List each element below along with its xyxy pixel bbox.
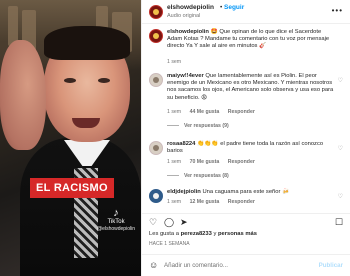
comment-username[interactable]: eldjdejpiolin — [167, 189, 201, 195]
tiktok-username: @elshowdepiolin — [97, 226, 135, 232]
separator-dot: • — [220, 4, 223, 11]
comment-text: rosaa8224 👏👏👏 el padre tiene toda la raz… — [167, 141, 335, 155]
likes-user[interactable]: pereza8233 — [181, 231, 212, 237]
comment-like-icon[interactable]: ♡ — [338, 77, 343, 84]
view-replies-button[interactable]: Ver respuestas (8) — [167, 173, 229, 179]
emoji-icon[interactable]: ☺ — [149, 260, 158, 270]
comment-icon[interactable]: ◯ — [164, 218, 174, 227]
reply-button[interactable]: Responder — [228, 109, 255, 115]
comment-like-icon[interactable]: ♡ — [338, 145, 343, 152]
comment-likes[interactable]: 44 Me gusta — [190, 109, 220, 115]
reply-button[interactable]: Responder — [228, 159, 255, 165]
comment-input[interactable] — [164, 260, 304, 271]
publish-button[interactable]: Publicar — [319, 262, 343, 269]
comment-meta: 1 sem 70 Me gusta Responder — [167, 159, 262, 165]
reply-button[interactable]: Responder — [228, 199, 255, 205]
share-icon[interactable]: ➤ — [180, 218, 188, 227]
post-header: elshowdepiolin • Seguir Audio original •… — [142, 0, 350, 24]
tiktok-brand: TikTok — [107, 219, 125, 225]
author-username[interactable]: elshowdepiolin — [167, 4, 214, 11]
follow-button[interactable]: Seguir — [224, 4, 244, 11]
comment-like-icon[interactable]: ♡ — [338, 193, 343, 200]
comment-username[interactable]: rosaa8224 — [167, 141, 195, 147]
comment-username[interactable]: maiyw!!4ever — [167, 73, 204, 79]
comment-text: eldjdejpiolin Una caguama para este seño… — [167, 189, 335, 196]
view-replies-button[interactable]: Ver respuestas (9) — [167, 123, 229, 129]
comment-body: Una caguama para este señor 🍻 — [202, 189, 290, 195]
audio-label[interactable]: Audio original — [167, 13, 200, 19]
tiktok-watermark: ♪ TikTok @elshowdepiolin — [97, 207, 135, 233]
instagram-post: EL RACISMO ♪ TikTok @elshowdepiolin elsh… — [0, 0, 350, 276]
post-video[interactable]: EL RACISMO ♪ TikTok @elshowdepiolin — [0, 0, 141, 276]
comments-list: elshowdepiolin 🤩 Que opinan de lo que di… — [142, 25, 350, 210]
likes-prefix: Les gusta a — [149, 231, 181, 237]
comment-avatar[interactable] — [149, 141, 163, 155]
comment-meta: 1 sem — [167, 59, 188, 65]
comment-meta: 1 sem 44 Me gusta Responder — [167, 109, 262, 115]
tiktok-logo-icon: ♪ — [113, 207, 119, 219]
comment-time: 1 sem — [167, 109, 182, 115]
comment-avatar[interactable] — [149, 189, 163, 203]
comment-avatar[interactable] — [149, 73, 163, 87]
comment-text: maiyw!!4ever Que lamentablemente así es … — [167, 73, 335, 102]
post-date[interactable]: HACE 1 SEMANA — [149, 241, 190, 247]
comment-likes[interactable]: 12 Me gusta — [190, 199, 220, 205]
comment-time: 1 sem — [167, 159, 182, 165]
more-options-icon[interactable]: ••• — [332, 6, 343, 15]
person-hair — [44, 26, 130, 60]
likes-others[interactable]: personas más — [218, 231, 257, 237]
comment-text: elshowdepiolin 🤩 Que opinan de lo que di… — [167, 29, 335, 51]
author-avatar[interactable] — [149, 5, 163, 19]
post-actions: ♡ ◯ ➤ ☐ — [142, 213, 350, 227]
person-eye-left — [64, 78, 76, 83]
comment-likes[interactable]: 70 Me gusta — [190, 159, 220, 165]
add-comment-bar: ☺ Publicar — [142, 254, 350, 276]
heart-icon[interactable]: ♡ — [149, 218, 157, 227]
post-panel: elshowdepiolin • Seguir Audio original •… — [141, 0, 350, 276]
comment-time: 1 sem — [167, 199, 182, 205]
comment-meta: 1 sem 12 Me gusta Responder — [167, 199, 262, 205]
video-caption-tag: EL RACISMO — [30, 178, 114, 198]
bookmark-icon[interactable]: ☐ — [335, 218, 343, 227]
person-eye-right — [98, 78, 110, 83]
likes-summary: Les gusta a pereza8233 y personas más — [149, 231, 257, 237]
person-hand — [0, 40, 46, 150]
comment-avatar[interactable] — [149, 29, 163, 43]
comment-time: 1 sem — [167, 59, 182, 65]
comment-username[interactable]: elshowdepiolin — [167, 29, 209, 35]
